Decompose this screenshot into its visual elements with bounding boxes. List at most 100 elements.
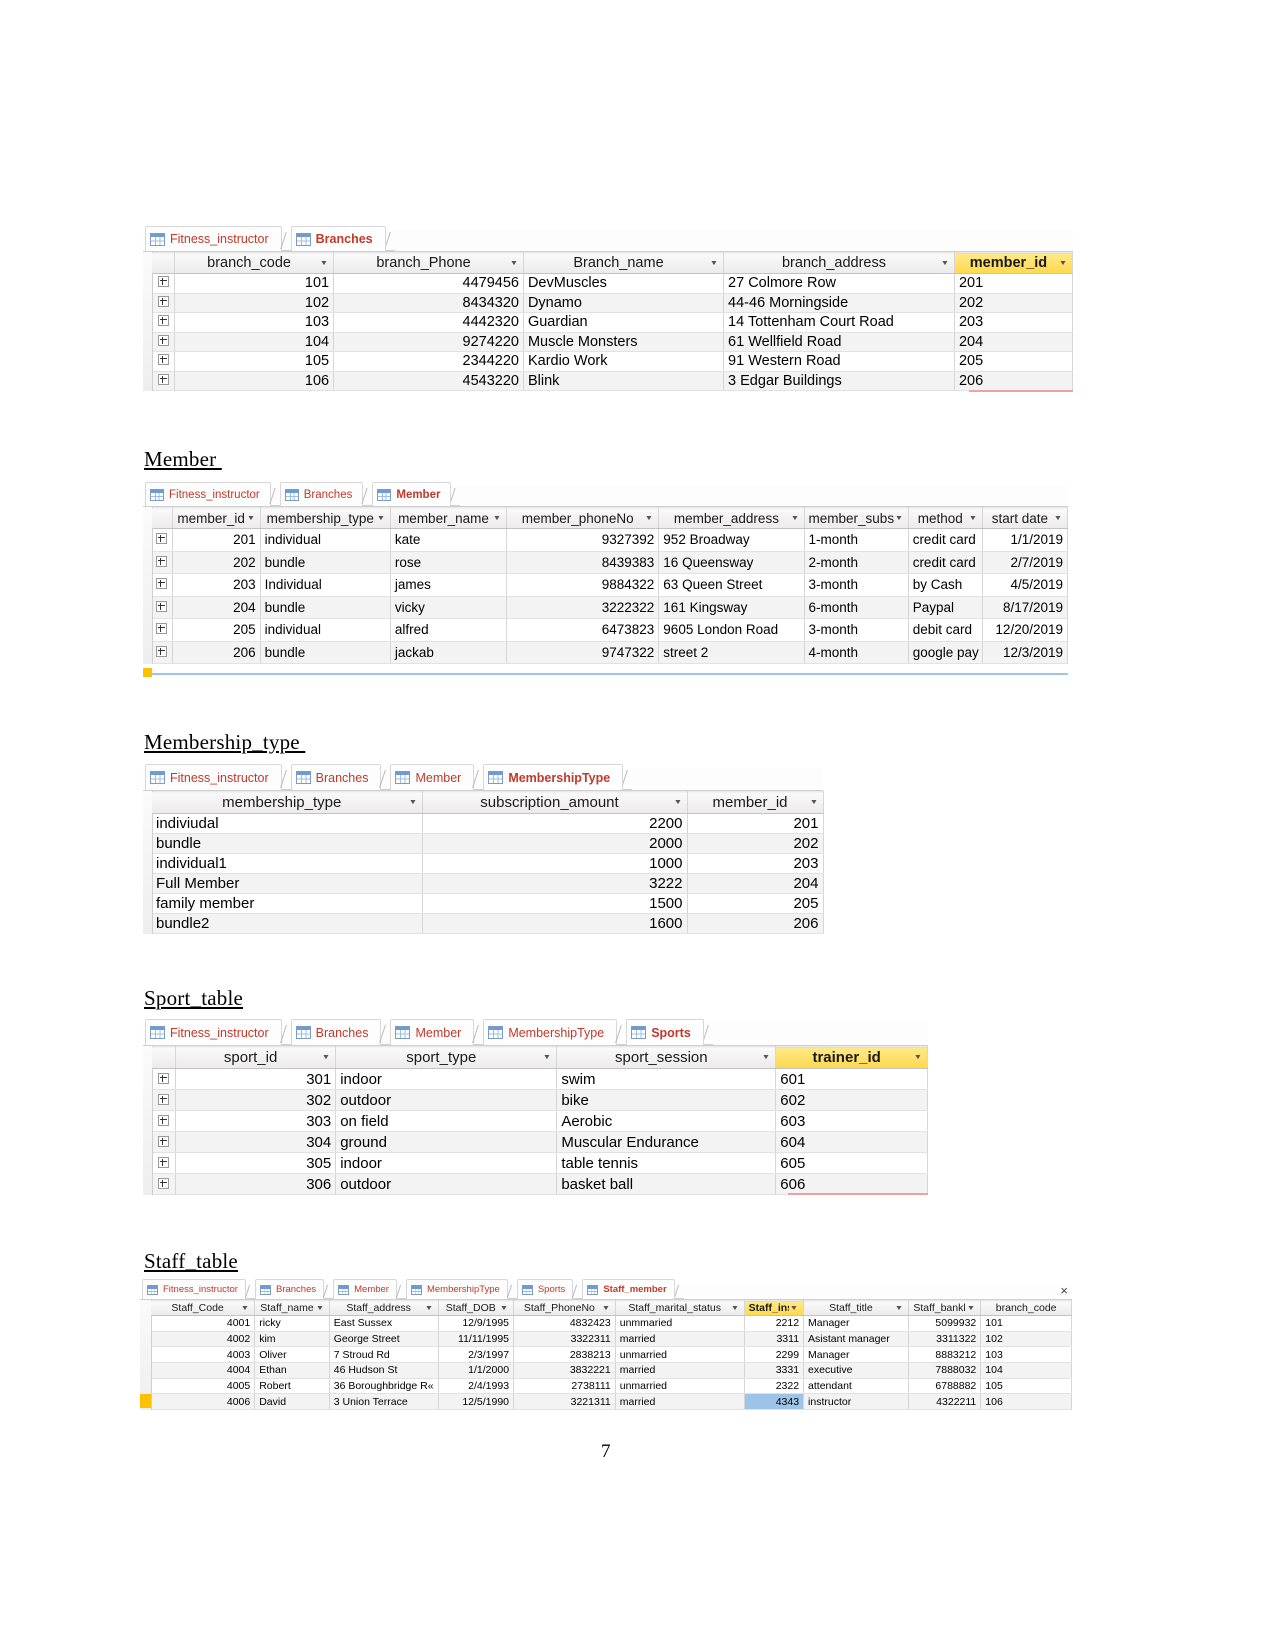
expand-plus-icon[interactable] — [152, 551, 173, 574]
tab-branches[interactable]: Branches — [279, 482, 364, 506]
table-row[interactable]: 103 4442320 Guardian 14 Tottenham Court Roa… — [152, 312, 1074, 333]
cell-branch_address[interactable]: 14 Tottenham Court Road — [723, 312, 955, 333]
tab-membershiptype[interactable]: MembershipType — [405, 1279, 508, 1299]
cell-member_phoneNo[interactable]: 6473823 — [506, 618, 660, 642]
column-header-member_phoneNo[interactable]: member_phoneNo ▼ — [506, 507, 660, 529]
cell-member_name[interactable]: kate — [390, 528, 508, 552]
tab-fitness-instructor[interactable]: Fitness_instructor — [145, 226, 282, 251]
cell-Branch_name[interactable]: Dynamo — [523, 293, 725, 313]
cell-Staff_marital_status[interactable]: unmarried — [615, 1346, 745, 1364]
cell-Staff_address[interactable]: 36 Boroughbridge R« — [329, 1378, 439, 1395]
column-header-Branch_name[interactable]: Branch_name ▼ — [523, 252, 725, 274]
cell-branch_code[interactable]: 104 — [980, 1362, 1072, 1379]
chevron-down-icon[interactable]: ▼ — [892, 515, 905, 522]
table-row[interactable]: bundle2 1600 206 — [152, 913, 824, 934]
cell-sport_id[interactable]: 306 — [175, 1173, 337, 1195]
column-header-Staff_DOB[interactable]: Staff_DOB ▼ — [438, 1300, 515, 1316]
cell-member_id[interactable]: 206 — [687, 913, 824, 934]
cell-trainer_id[interactable]: 601 — [775, 1068, 928, 1090]
cell-sport_id[interactable]: 301 — [175, 1068, 337, 1090]
cell-Staff_name[interactable]: Robert — [254, 1378, 330, 1395]
chevron-down-icon[interactable]: ▼ — [1052, 515, 1065, 522]
column-header-membership_type[interactable]: membership_type ▼ — [260, 507, 391, 529]
expand-plus-icon[interactable] — [152, 641, 173, 664]
cell-Staff_PhoneNo[interactable]: 3322311 — [513, 1331, 616, 1348]
cell-sport_type[interactable]: indoor — [335, 1152, 558, 1174]
chevron-down-icon[interactable]: ▼ — [708, 260, 721, 267]
table-row[interactable]: Full Member 3222 204 — [152, 873, 824, 894]
column-header-sport_type[interactable]: sport_type ▼ — [335, 1046, 558, 1069]
cell-Staff_Code[interactable]: 4005 — [151, 1378, 256, 1395]
cell-Staff_address[interactable]: 3 Union Terrace — [329, 1393, 439, 1411]
table-row[interactable]: 202 bundle rose 8439383 16 Queensway 2-month c… — [152, 551, 1069, 574]
chevron-down-icon[interactable]: ▼ — [244, 515, 257, 522]
cell-method[interactable]: debit card — [908, 618, 983, 642]
column-header-member_id[interactable]: member_id ▼ — [687, 791, 824, 814]
chevron-down-icon[interactable]: ▼ — [508, 260, 521, 267]
cell-Staff_Code[interactable]: 4006 — [151, 1393, 256, 1411]
column-header-branch_code[interactable]: branch_code — [980, 1300, 1072, 1316]
tab-sports[interactable]: Sports — [626, 1019, 704, 1045]
table-row[interactable]: 204 bundle vicky 3222322 161 Kingsway 6-month… — [152, 596, 1069, 619]
cell-Staff_Code[interactable]: 4003 — [151, 1346, 256, 1364]
cell-Staff_bankl[interactable]: 7888032 — [908, 1362, 982, 1379]
chevron-down-icon[interactable]: ▼ — [893, 1305, 906, 1312]
cell-membership_type[interactable]: bundle2 — [152, 913, 423, 934]
select-all-corner[interactable] — [152, 252, 176, 274]
column-header-sport_id[interactable]: sport_id ▼ — [175, 1046, 337, 1069]
cell-member_name[interactable]: rose — [390, 551, 508, 574]
table-row[interactable]: 303 on field Aerobic 603 — [152, 1110, 928, 1132]
cell-member_address[interactable]: 16 Queensway — [658, 551, 805, 574]
tab-member[interactable]: Member — [333, 1279, 397, 1299]
cell-membership_type[interactable]: indiviudal — [152, 813, 423, 834]
cell-Staff_Code[interactable]: 4004 — [151, 1362, 256, 1379]
cell-branch_address[interactable]: 44-46 Morningside — [723, 293, 955, 313]
cell-Staff_title[interactable]: executive — [803, 1362, 909, 1379]
chevron-down-icon[interactable]: ▼ — [541, 1054, 554, 1061]
expand-plus-icon[interactable] — [152, 293, 176, 313]
cell-Staff_PhoneNo[interactable]: 2838213 — [513, 1346, 616, 1364]
cell-member_subscr[interactable]: 1-month — [804, 528, 909, 552]
expand-plus-icon[interactable] — [152, 1068, 176, 1090]
cell-branch_code[interactable]: 102 — [174, 293, 335, 313]
cell-subscription_amount[interactable]: 2000 — [422, 833, 688, 854]
cell-branch_code[interactable]: 102 — [980, 1331, 1072, 1348]
cell-member_id[interactable]: 204 — [687, 873, 824, 894]
cell-Staff_address[interactable]: George Street — [329, 1331, 439, 1348]
cell-Staff_marital_status[interactable]: unmarried — [615, 1378, 745, 1395]
table-row[interactable]: 4005 Robert 36 Boroughbridge R« 2/4/1993 273… — [151, 1378, 1072, 1395]
expand-plus-icon[interactable] — [152, 273, 176, 294]
cell-Staff_bankl[interactable]: 4322211 — [908, 1393, 982, 1411]
cell-member_phoneNo[interactable]: 3222322 — [506, 596, 660, 619]
cell-sport_type[interactable]: outdoor — [335, 1173, 558, 1195]
chevron-down-icon[interactable]: ▼ — [671, 799, 684, 806]
cell-membership_type[interactable]: family member — [152, 893, 423, 914]
cell-sport_type[interactable]: on field — [335, 1110, 558, 1132]
table-row[interactable]: 305 indoor table tennis 605 — [152, 1152, 928, 1174]
chevron-down-icon[interactable]: ▼ — [239, 1305, 252, 1312]
cell-branch_address[interactable]: 91 Western Road — [723, 351, 955, 372]
cell-member_id[interactable]: 202 — [172, 551, 261, 574]
expand-plus-icon[interactable] — [152, 351, 176, 372]
cell-Branch_name[interactable]: Muscle Monsters — [523, 332, 725, 352]
column-header-subscription_amount[interactable]: subscription_amount ▼ — [422, 791, 688, 814]
cell-branch_Phone[interactable]: 2344220 — [333, 351, 524, 372]
expand-plus-icon[interactable] — [152, 312, 176, 333]
cell-method[interactable]: google pay — [908, 641, 983, 664]
tab-member[interactable]: Member — [372, 482, 452, 506]
column-header-Staff_title[interactable]: Staff_title ▼ — [803, 1300, 909, 1316]
column-header-Staff_bankl[interactable]: Staff_bankl ▼ — [908, 1300, 982, 1316]
cell-membership_type[interactable]: individual — [260, 528, 391, 552]
cell-membership_type[interactable]: bundle — [260, 551, 391, 574]
cell-Branch_name[interactable]: Kardio Work — [523, 351, 725, 372]
column-header-member_id[interactable]: member_id ▼ — [172, 507, 261, 529]
cell-Staff_DOB[interactable]: 2/4/1993 — [438, 1378, 515, 1395]
cell-member_address[interactable]: 161 Kingsway — [658, 596, 805, 619]
cell-Staff_title[interactable]: instructor — [803, 1393, 909, 1411]
cell-sport_session[interactable]: swim — [556, 1068, 777, 1090]
cell-Staff_ins[interactable]: 3331 — [744, 1362, 805, 1379]
table-row[interactable]: 306 outdoor basket ball 606 — [152, 1173, 928, 1195]
table-row[interactable]: 101 4479456 DevMuscles 27 Colmore Row 201 — [152, 273, 1074, 294]
cell-method[interactable]: credit card — [908, 528, 983, 552]
chevron-down-icon[interactable]: ▼ — [807, 799, 820, 806]
